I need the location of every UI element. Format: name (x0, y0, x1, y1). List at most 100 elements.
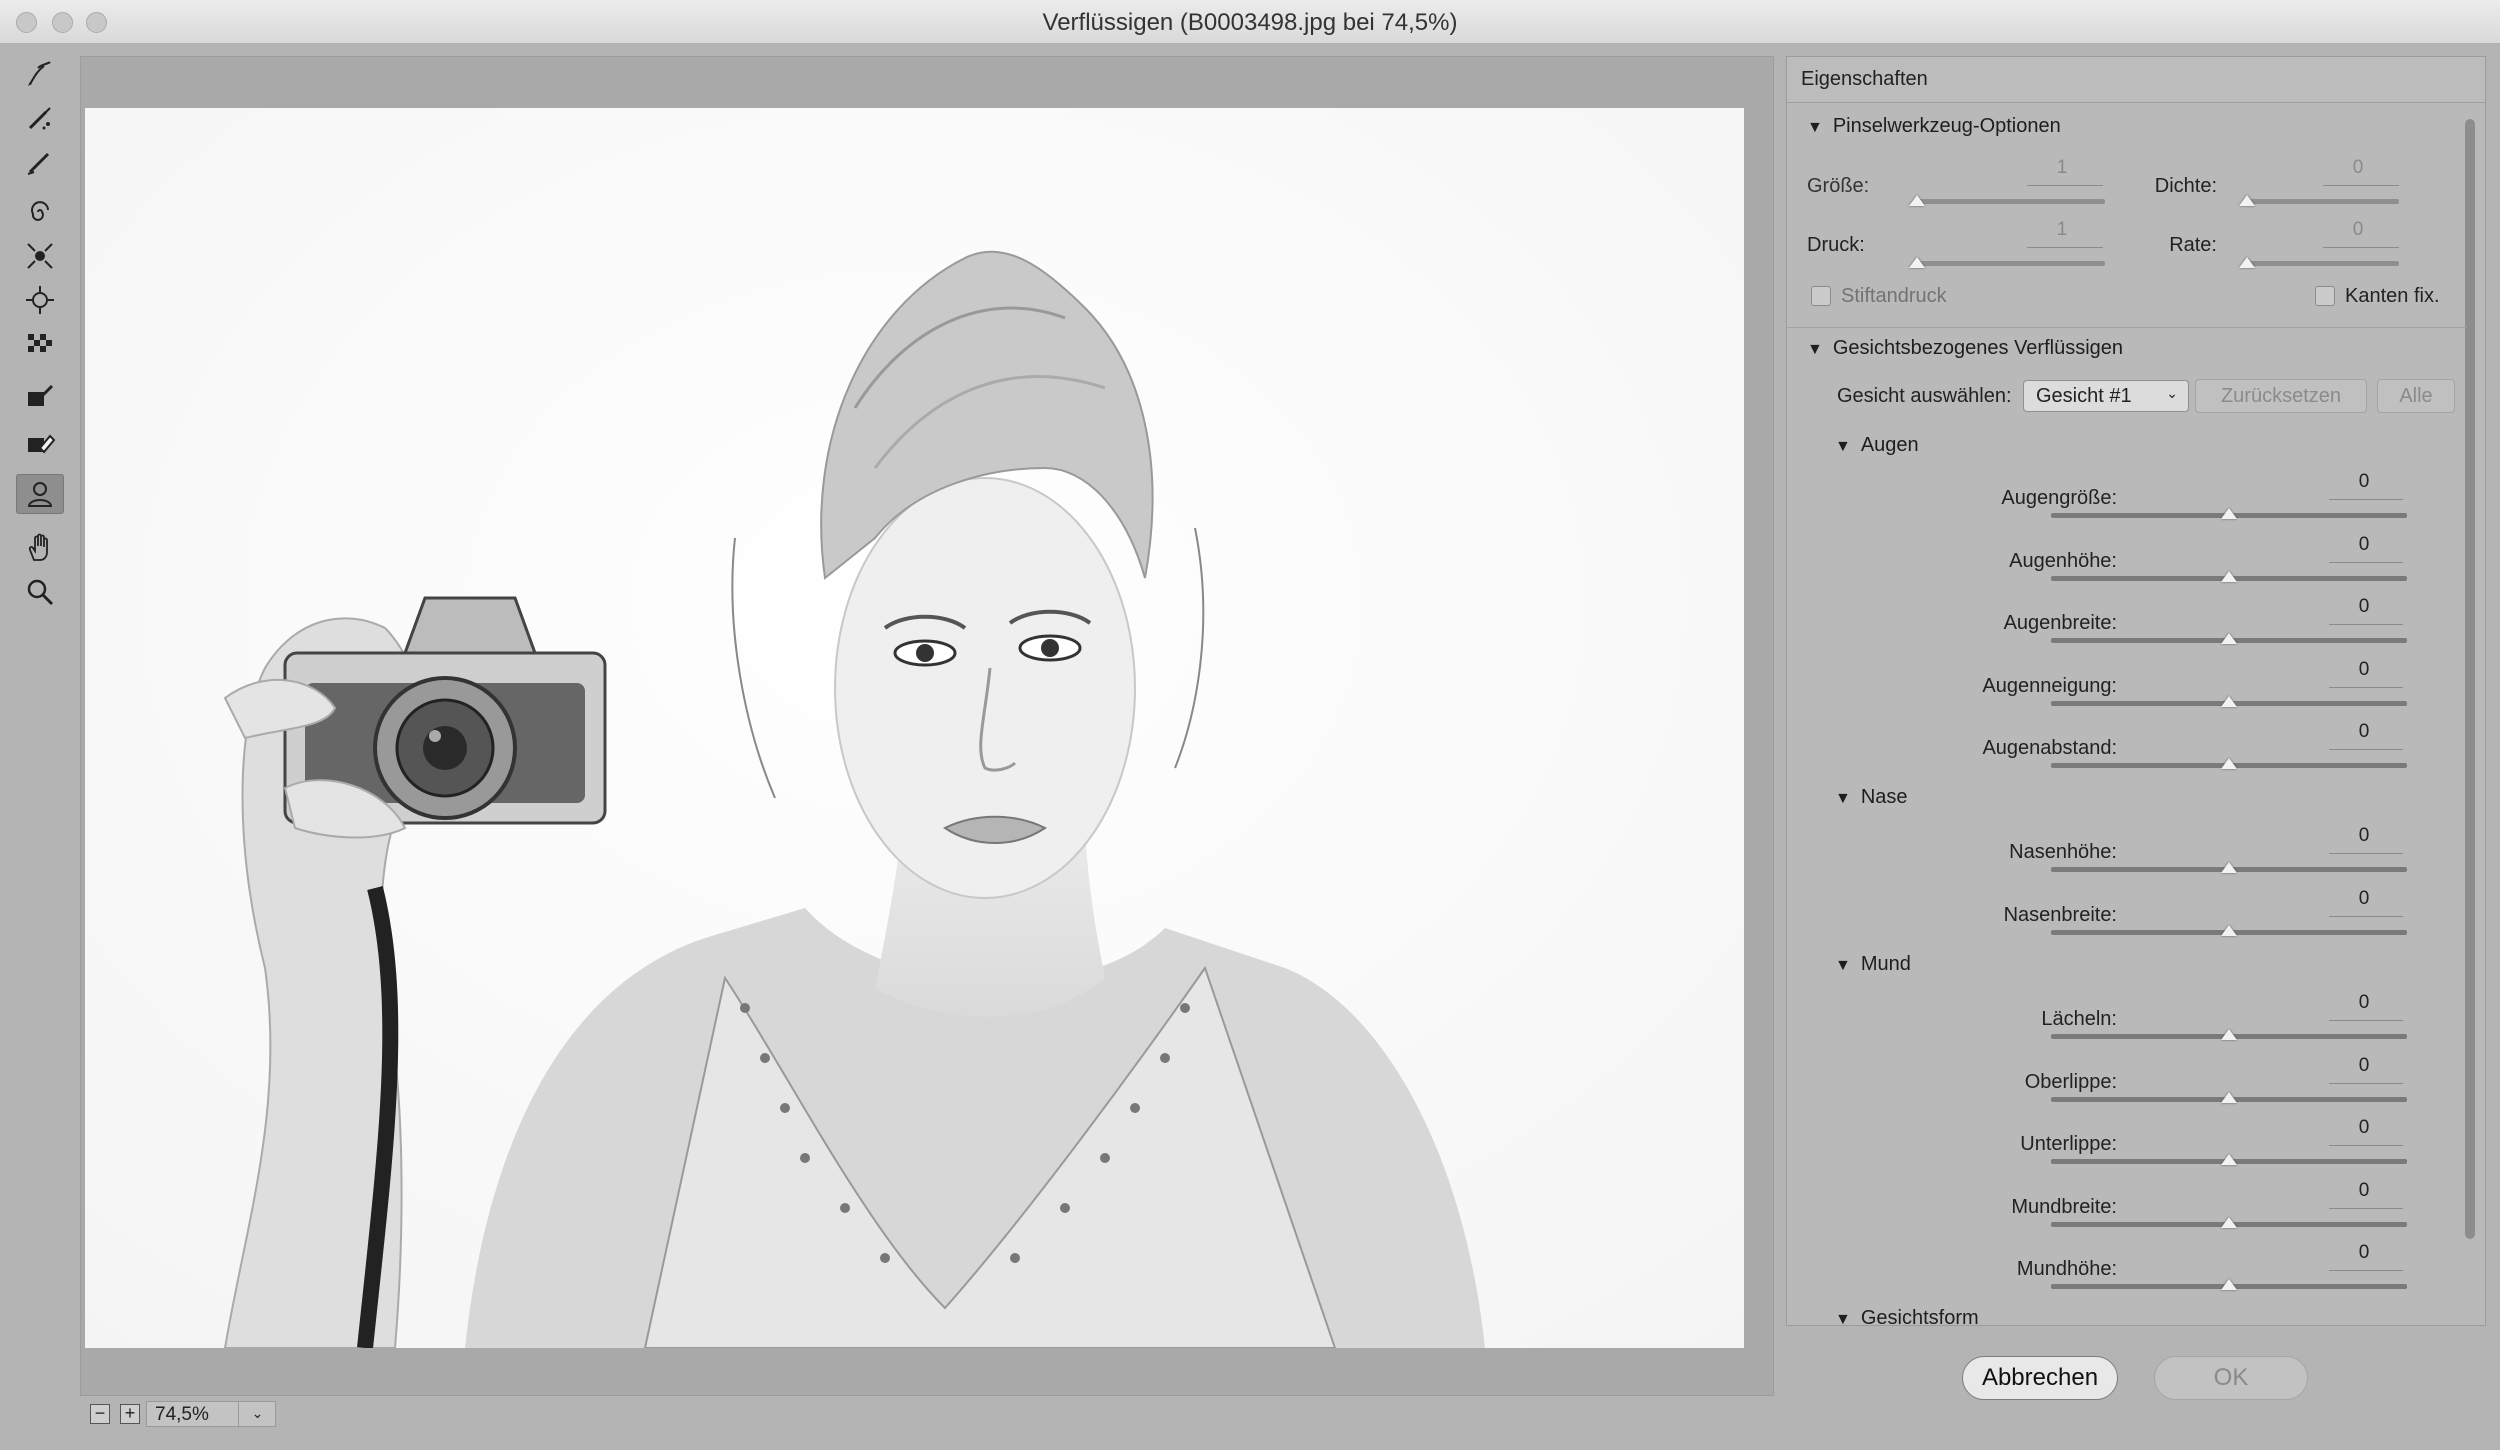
mouth-slider-value[interactable]: 0 (2329, 992, 2399, 1014)
mouth-heading: Mund (1860, 953, 1911, 975)
brush-rate-slider-thumb[interactable] (2239, 257, 2255, 268)
face-tool-icon[interactable] (16, 474, 64, 514)
mouth-slider-thumb[interactable] (2221, 1154, 2237, 1165)
thaw-mask-tool-icon[interactable] (16, 422, 64, 462)
nose-heading: Nase (1860, 786, 1908, 808)
eyes-slider-value[interactable]: 0 (2329, 721, 2399, 743)
face-shape-toggle[interactable]: ▼ Gesichtsform (1835, 1307, 1979, 1325)
eyes-slider-thumb[interactable] (2221, 508, 2237, 519)
scrollbar-thumb[interactable] (2465, 119, 2475, 1239)
brush-options-heading: Pinselwerkzeug-Optionen (1832, 115, 2061, 137)
smooth-tool-icon[interactable] (16, 142, 64, 182)
brush-options-toggle[interactable]: ▼ Pinselwerkzeug-Optionen (1807, 115, 2061, 138)
nose-slider-label: Nasenhöhe: (2009, 841, 2117, 863)
mouth-slider-label: Mundbreite: (2011, 1195, 2117, 1218)
forward-warp-tool-icon[interactable] (16, 54, 64, 94)
eyes-toggle[interactable]: ▼ Augen (1835, 434, 1919, 457)
select-face-dropdown[interactable]: Gesicht #1 ⌄ (2023, 380, 2189, 412)
stylus-pressure-checkbox[interactable] (1811, 286, 1831, 306)
mouth-slider-thumb[interactable] (2221, 1029, 2237, 1040)
preview-image[interactable] (85, 108, 1744, 1348)
all-button[interactable]: Alle (2377, 379, 2455, 413)
mouth-slider-thumb[interactable] (2221, 1279, 2237, 1290)
mouth-slider-value[interactable]: 0 (2329, 1242, 2399, 1264)
mouth-slider-label: Oberlippe: (2024, 1070, 2117, 1093)
eyes-slider-label: Augenhöhe: (2009, 549, 2117, 572)
face-aware-toggle[interactable]: ▼ Gesichtsbezogenes Verflüssigen (1807, 337, 2123, 360)
zoom-dropdown-chevron-icon[interactable]: ⌄ (238, 1401, 276, 1427)
brush-rate-value[interactable]: 0 (2323, 219, 2393, 241)
nose-value-underline (2329, 915, 2403, 917)
nose-toggle[interactable]: ▼ Nase (1835, 786, 1908, 809)
brush-rate-label: Rate: (2169, 234, 2217, 256)
tools-panel (0, 44, 80, 1450)
pin-edges-label: Kanten fix. (2345, 285, 2440, 307)
brush-density-slider[interactable] (2245, 199, 2399, 204)
disclosure-triangle-icon: ▼ (1835, 438, 1851, 455)
eyes-value-underline (2329, 624, 2403, 625)
eyes-slider-thumb[interactable] (2221, 633, 2237, 644)
nose-slider-value[interactable]: 0 (2329, 888, 2399, 910)
reconstruct-tool-icon[interactable] (16, 98, 64, 138)
mouth-slider-value[interactable]: 0 (2329, 1117, 2399, 1139)
brush-density-slider-thumb[interactable] (2239, 195, 2255, 206)
mouth-value-underline (2329, 1145, 2403, 1146)
mouth-slider-value[interactable]: 0 (2329, 1055, 2399, 1077)
eyes-slider-thumb[interactable] (2221, 570, 2237, 582)
eyes-slider-label: Augenabstand: (1982, 737, 2117, 759)
brush-pressure-slider[interactable] (1915, 261, 2105, 266)
eyes-slider-value[interactable]: 0 (2329, 659, 2399, 681)
brush-pressure-label: Druck: (1807, 234, 1865, 256)
eyes-heading: Augen (1860, 434, 1919, 456)
push-left-tool-icon[interactable] (16, 324, 64, 364)
reset-button[interactable]: Zurücksetzen (2195, 379, 2367, 413)
pin-edges-checkbox[interactable] (2315, 286, 2335, 306)
portrait-photo (85, 108, 1744, 1348)
eyes-value-underline (2329, 749, 2403, 750)
brush-size-slider-thumb[interactable] (1909, 195, 1925, 206)
mouth-toggle[interactable]: ▼ Mund (1835, 953, 1911, 976)
brush-rate-slider[interactable] (2245, 261, 2399, 266)
section-divider (1787, 327, 2467, 328)
brush-density-value[interactable]: 0 (2323, 157, 2393, 179)
eyes-slider-label: Augengröße: (2001, 487, 2117, 509)
eyes-slider-value[interactable]: 0 (2329, 534, 2399, 556)
mouth-slider-thumb[interactable] (2221, 1216, 2237, 1228)
brush-rate-underline (2323, 247, 2399, 248)
ok-button[interactable]: OK (2154, 1356, 2308, 1400)
mouth-slider-thumb[interactable] (2221, 1091, 2237, 1103)
mouth-slider-value[interactable]: 0 (2329, 1180, 2399, 1202)
nose-slider-value[interactable]: 0 (2329, 825, 2399, 847)
eyes-slider-thumb[interactable] (2221, 695, 2237, 707)
nose-slider-thumb[interactable] (2221, 862, 2237, 873)
brush-size-value[interactable]: 1 (2027, 157, 2097, 179)
eyes-slider-thumb[interactable] (2221, 758, 2237, 769)
cancel-button[interactable]: Abbrechen (1962, 1356, 2118, 1400)
brush-pressure-slider-thumb[interactable] (1909, 257, 1925, 268)
preview-canvas[interactable] (80, 56, 1774, 1396)
eyes-slider-value[interactable]: 0 (2329, 471, 2399, 493)
panel-scrollbar[interactable] (2463, 109, 2477, 1321)
brush-pressure-value[interactable]: 1 (2027, 219, 2097, 241)
zoom-out-button[interactable]: − (90, 1404, 110, 1424)
nose-slider-thumb[interactable] (2221, 924, 2237, 936)
twirl-tool-icon[interactable] (16, 192, 64, 232)
bloat-tool-icon[interactable] (16, 280, 64, 320)
pucker-tool-icon[interactable] (16, 236, 64, 276)
hand-tool-icon[interactable] (16, 528, 64, 568)
window-title: Verflüssigen (B0003498.jpg bei 74,5%) (1042, 9, 1458, 36)
zoom-bar: − + 74,5% ⌄ (80, 1396, 1774, 1432)
zoom-in-button[interactable]: + (120, 1404, 140, 1424)
eyes-slider-value[interactable]: 0 (2329, 596, 2399, 618)
brush-size-slider[interactable] (1915, 199, 2105, 204)
disclosure-triangle-icon: ▼ (1807, 341, 1823, 358)
eyes-value-underline (2329, 686, 2403, 688)
mouth-slider-label: Lächeln: (2041, 1008, 2117, 1030)
brush-density-underline (2323, 185, 2399, 186)
freeze-mask-tool-icon[interactable] (16, 376, 64, 416)
disclosure-triangle-icon: ▼ (1807, 119, 1823, 136)
select-face-label: Gesicht auswählen: (1837, 385, 2012, 407)
brush-density-label: Dichte: (2154, 175, 2217, 197)
mouth-value-underline (2329, 1082, 2403, 1084)
zoom-tool-icon[interactable] (16, 572, 64, 612)
